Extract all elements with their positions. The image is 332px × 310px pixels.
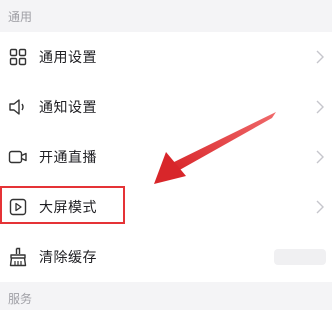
chevron-right-icon bbox=[316, 200, 324, 214]
cache-size-placeholder bbox=[274, 249, 326, 265]
grid-icon bbox=[7, 46, 29, 68]
chevron-right-icon bbox=[316, 150, 324, 164]
settings-item-label: 通用设置 bbox=[39, 50, 97, 66]
video-camera-icon bbox=[7, 146, 29, 168]
speaker-icon bbox=[7, 96, 29, 118]
play-screen-icon bbox=[7, 196, 29, 218]
settings-item-label: 清除缓存 bbox=[39, 250, 97, 266]
settings-item-label: 开通直播 bbox=[39, 150, 97, 166]
settings-item-notification[interactable]: 通知设置 bbox=[0, 82, 332, 132]
settings-item-live[interactable]: 开通直播 bbox=[0, 132, 332, 182]
chevron-right-icon bbox=[316, 100, 324, 114]
settings-item-big-screen[interactable]: 大屏模式 bbox=[0, 182, 332, 232]
settings-item-clear-cache[interactable]: 清除缓存 bbox=[0, 232, 332, 282]
section-header-general: 通用 bbox=[8, 10, 33, 24]
section-header-service: 服务 bbox=[8, 292, 33, 306]
chevron-right-icon bbox=[316, 50, 324, 64]
settings-page: 通用 通用设置 通知设置 开通直播 大屏模式 清除缓存 服务 bbox=[0, 0, 332, 310]
broom-icon bbox=[7, 246, 29, 268]
settings-item-label: 通知设置 bbox=[39, 100, 97, 116]
settings-item-label: 大屏模式 bbox=[39, 200, 97, 216]
settings-list: 通用设置 通知设置 开通直播 大屏模式 清除缓存 bbox=[0, 32, 332, 282]
settings-item-general[interactable]: 通用设置 bbox=[0, 32, 332, 82]
